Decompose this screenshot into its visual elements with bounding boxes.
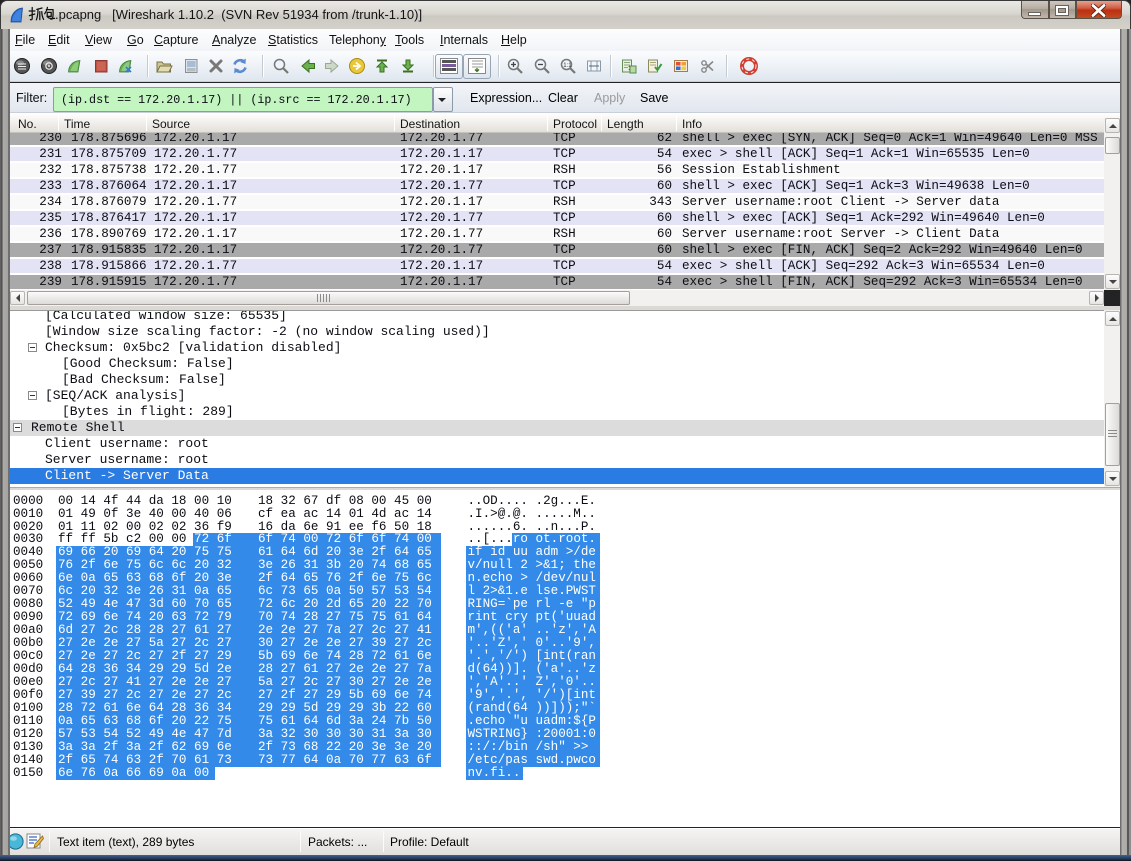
svg-text:1:1: 1:1 xyxy=(563,63,572,69)
